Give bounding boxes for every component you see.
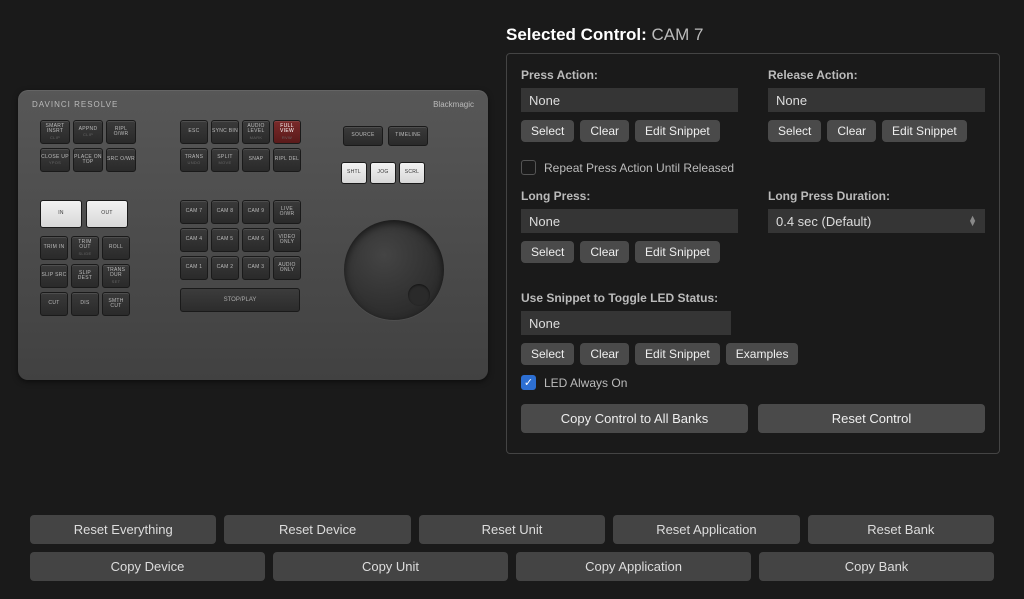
device-key[interactable]: TRANS DURSET (102, 264, 130, 288)
longpress-label: Long Press: (521, 189, 738, 203)
copy-application-button[interactable]: Copy Application (516, 552, 751, 581)
device-key[interactable]: CAM 7 (180, 200, 208, 224)
device-key[interactable]: AUDIO LEVELMARK (242, 120, 270, 144)
copy-unit-button[interactable]: Copy Unit (273, 552, 508, 581)
reset-device-button[interactable]: Reset Device (224, 515, 410, 544)
control-config-panel: Selected Control: CAM 7 Press Action: No… (506, 25, 1000, 485)
selected-control-title: Selected Control: CAM 7 (506, 25, 1000, 45)
device-key[interactable]: IN (40, 200, 82, 228)
device-key[interactable]: CAM 1 (180, 256, 208, 280)
device-key[interactable]: SMART INSRTCLIP (40, 120, 70, 144)
device-key[interactable]: CAM 4 (180, 228, 208, 252)
device-key[interactable]: SNAP (242, 148, 270, 172)
snippet-clear-button[interactable]: Clear (580, 343, 629, 365)
release-edit-button[interactable]: Edit Snippet (882, 120, 967, 142)
snippet-select-button[interactable]: Select (521, 343, 574, 365)
snippet-examples-button[interactable]: Examples (726, 343, 799, 365)
duration-value: 0.4 sec (Default) (776, 214, 871, 229)
longpress-select-button[interactable]: Select (521, 241, 574, 263)
copy-bank-button[interactable]: Copy Bank (759, 552, 994, 581)
reset-control-button[interactable]: Reset Control (758, 404, 985, 433)
device-key[interactable]: TIMELINE (388, 126, 428, 146)
device-key[interactable]: SOURCE (343, 126, 383, 146)
device-key[interactable]: SCRL (399, 162, 425, 184)
device-key[interactable]: SPLITMOVE (211, 148, 239, 172)
selected-control-label: Selected Control: (506, 25, 647, 44)
device-key[interactable]: TRIM IN (40, 236, 68, 260)
press-edit-button[interactable]: Edit Snippet (635, 120, 720, 142)
release-action-field[interactable]: None (768, 88, 985, 112)
device-key[interactable]: SLIP DEST (71, 264, 99, 288)
device-key[interactable]: JOG (370, 162, 396, 184)
device-key[interactable]: ESC (180, 120, 208, 144)
device-key[interactable]: RIPL O/WR (106, 120, 136, 144)
device-key[interactable]: SRC O/WR (106, 148, 136, 172)
device-key[interactable]: SLIP SRC (40, 264, 68, 288)
copy-device-button[interactable]: Copy Device (30, 552, 265, 581)
device-key[interactable]: SYNC BIN (211, 120, 239, 144)
release-select-button[interactable]: Select (768, 120, 821, 142)
device-key[interactable]: CAM 8 (211, 200, 239, 224)
device-key[interactable]: TRIM OUTSLIDE (71, 236, 99, 260)
device-brand-right: Blackmagic (433, 100, 474, 109)
device-key[interactable]: FULL VIEWRVW (273, 120, 301, 144)
selected-control-value: CAM 7 (651, 25, 703, 44)
device-key[interactable]: SMTH CUT (102, 292, 130, 316)
device-key[interactable]: DIS (71, 292, 99, 316)
device-key[interactable]: TRANSUNDO (180, 148, 208, 172)
device-image: DAVINCI RESOLVE Blackmagic SMART INSRTCL… (18, 90, 488, 380)
longpress-edit-button[interactable]: Edit Snippet (635, 241, 720, 263)
copy-control-button[interactable]: Copy Control to All Banks (521, 404, 748, 433)
jog-wheel-dimple (408, 284, 430, 306)
reset-unit-button[interactable]: Reset Unit (419, 515, 605, 544)
device-key[interactable]: SHTL (341, 162, 367, 184)
snippet-field[interactable]: None (521, 311, 731, 335)
press-action-label: Press Action: (521, 68, 738, 82)
device-key[interactable]: PLACE ON TOP (73, 148, 103, 172)
release-action-label: Release Action: (768, 68, 985, 82)
device-key[interactable]: VIDEO ONLY (273, 228, 301, 252)
device-key[interactable]: CAM 2 (211, 256, 239, 280)
repeat-label: Repeat Press Action Until Released (544, 161, 734, 175)
press-action-field[interactable]: None (521, 88, 738, 112)
longpress-field[interactable]: None (521, 209, 738, 233)
device-key[interactable]: APPNDCLIP (73, 120, 103, 144)
duration-label: Long Press Duration: (768, 189, 985, 203)
device-key[interactable]: RIPL DEL (273, 148, 301, 172)
led-always-checkbox[interactable]: ✓ (521, 375, 536, 390)
led-always-label: LED Always On (544, 376, 627, 390)
device-key[interactable]: CAM 5 (211, 228, 239, 252)
jog-wheel[interactable] (344, 220, 444, 320)
device-key[interactable]: CAM 6 (242, 228, 270, 252)
snippet-edit-button[interactable]: Edit Snippet (635, 343, 720, 365)
device-key[interactable]: CLOSE UPYPOS (40, 148, 70, 172)
press-select-button[interactable]: Select (521, 120, 574, 142)
longpress-clear-button[interactable]: Clear (580, 241, 629, 263)
duration-select[interactable]: 0.4 sec (Default) ▲▼ (768, 209, 985, 233)
device-key[interactable]: AUDIO ONLY (273, 256, 301, 280)
device-key[interactable]: OUT (86, 200, 128, 228)
device-key[interactable]: ROLL (102, 236, 130, 260)
reset-application-button[interactable]: Reset Application (613, 515, 799, 544)
stop-play-key[interactable]: STOP/PLAY (180, 288, 300, 312)
reset-bank-button[interactable]: Reset Bank (808, 515, 994, 544)
press-clear-button[interactable]: Clear (580, 120, 629, 142)
chevron-up-down-icon: ▲▼ (968, 216, 977, 227)
device-brand-left: DAVINCI RESOLVE (32, 100, 118, 109)
repeat-checkbox[interactable] (521, 160, 536, 175)
device-key[interactable]: LIVE O/WR (273, 200, 301, 224)
device-key[interactable]: CUT (40, 292, 68, 316)
bottom-button-area: Reset Everything Reset Device Reset Unit Re… (30, 515, 994, 581)
reset-everything-button[interactable]: Reset Everything (30, 515, 216, 544)
snippet-label: Use Snippet to Toggle LED Status: (521, 291, 985, 305)
release-clear-button[interactable]: Clear (827, 120, 876, 142)
device-key[interactable]: CAM 9 (242, 200, 270, 224)
device-key[interactable]: CAM 3 (242, 256, 270, 280)
